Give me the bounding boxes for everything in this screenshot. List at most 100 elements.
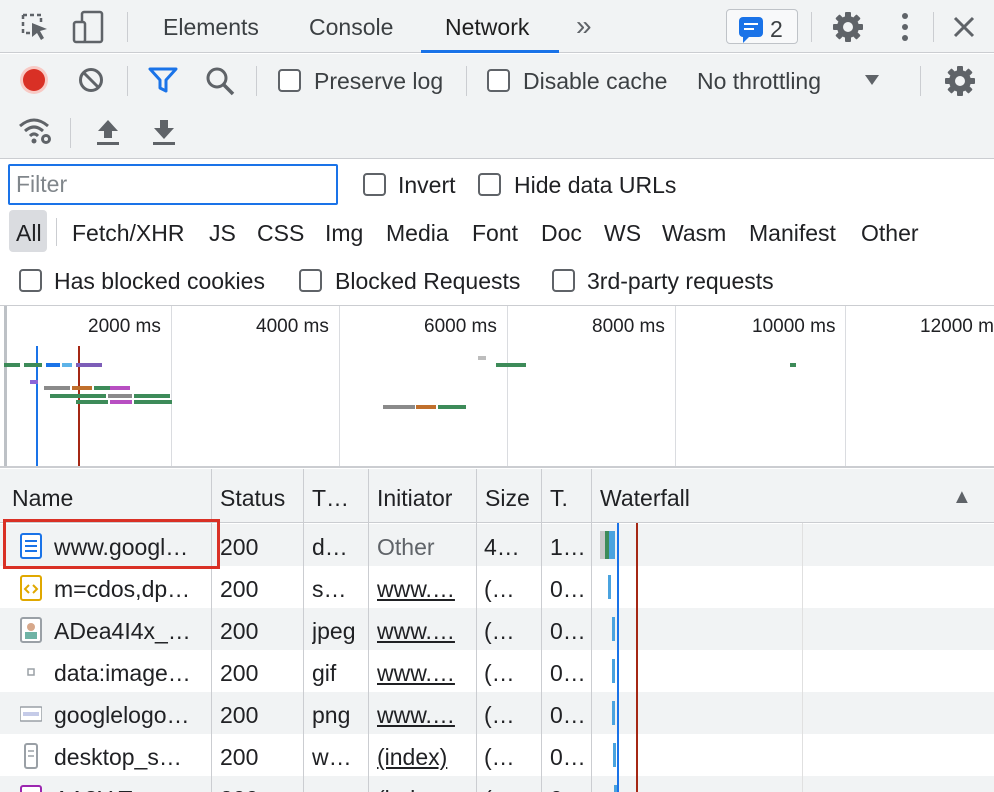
type-filter-js[interactable]: JS — [209, 220, 236, 247]
has-blocked-cookies-label: Has blocked cookies — [54, 268, 265, 294]
table-row[interactable]: m=cdos,dp… 200 s… www.… (… 0… — [0, 566, 994, 608]
cell-time: 0… — [550, 618, 586, 644]
tab-network[interactable]: Network — [445, 14, 529, 41]
hide-data-urls-checkbox[interactable] — [478, 173, 501, 196]
cell-initiator[interactable]: (ind… — [377, 786, 469, 792]
filter-funnel-icon[interactable] — [148, 67, 178, 93]
inspect-element-icon[interactable] — [20, 12, 50, 42]
cell-size: (… — [484, 702, 515, 728]
overview-bar — [44, 386, 70, 390]
column-header-status[interactable]: Status — [211, 469, 303, 523]
type-filter-ws[interactable]: WS — [604, 220, 641, 247]
type-filter-other[interactable]: Other — [861, 220, 919, 247]
cell-initiator[interactable]: www.… — [377, 618, 469, 645]
more-options-icon[interactable] — [898, 12, 912, 42]
type-filter-css[interactable]: CSS — [257, 220, 304, 247]
type-filter-manifest[interactable]: Manifest — [749, 220, 836, 247]
cell-initiator[interactable]: www.… — [377, 702, 469, 729]
cell-status: 200 — [220, 744, 259, 770]
column-header-initiator[interactable]: Initiator — [368, 469, 476, 523]
cell-size: 4… — [484, 534, 520, 560]
table-row[interactable]: googlelogo… 200 png www.… (… 0… — [0, 692, 994, 734]
cell-size: (… — [484, 786, 536, 792]
device-toolbar-icon[interactable] — [72, 10, 106, 44]
type-filter-media[interactable]: Media — [386, 220, 449, 247]
table-row[interactable]: desktop_s… 200 w… (index) (… 0… — [0, 734, 994, 776]
network-overview-timeline[interactable]: 2000 ms 4000 ms 6000 ms 8000 ms 10000 ms… — [0, 306, 994, 468]
column-header-waterfall[interactable]: Waterfall ▲ — [591, 469, 994, 523]
cell-type: gif — [312, 660, 337, 686]
cell-status: 200 — [220, 576, 259, 602]
third-party-checkbox[interactable] — [552, 269, 575, 292]
cell-name: m=cdos,dp… — [54, 576, 191, 602]
overview-label-12000: 12000 ms — [920, 316, 994, 337]
disable-cache-label: Disable cache — [523, 68, 668, 94]
selected-row-highlight — [3, 519, 220, 569]
disable-cache-checkbox[interactable] — [487, 69, 510, 92]
active-tab-indicator — [421, 50, 559, 53]
cell-name: AA8Y-T… — [54, 786, 209, 792]
table-row[interactable]: ADea4I4x_… 200 jpeg www.… (… 0… — [0, 608, 994, 650]
close-icon[interactable] — [952, 15, 976, 39]
waterfall-bar — [612, 617, 615, 641]
search-icon[interactable] — [205, 66, 235, 96]
overview-bar — [72, 386, 92, 390]
record-icon[interactable] — [19, 65, 49, 95]
clear-icon[interactable] — [78, 67, 104, 93]
column-header-type[interactable]: T… — [303, 469, 368, 523]
overview-bar — [76, 400, 108, 404]
preserve-log-checkbox[interactable] — [278, 69, 301, 92]
table-row[interactable]: AA8Y-T… 200 s… (ind… (… 0… — [0, 776, 994, 792]
network-toolbar: Preserve log Disable cache No throttling — [0, 54, 994, 159]
column-header-name[interactable]: Name — [0, 469, 211, 523]
table-row[interactable]: data:image… 200 gif www.… (… 0… — [0, 650, 994, 692]
network-request-table: Name Status T… Initiator Size T. Waterfa… — [0, 469, 994, 792]
overview-bar — [383, 405, 415, 409]
type-filter-img[interactable]: Img — [325, 220, 363, 247]
column-header-size[interactable]: Size — [476, 469, 541, 523]
type-filter-all[interactable]: All — [16, 220, 42, 247]
blocked-requests-checkbox[interactable] — [299, 269, 322, 292]
chevron-down-icon[interactable] — [864, 74, 880, 86]
cell-type: png — [312, 702, 351, 728]
filter-bar: Invert Hide data URLs All Fetch/XHR JS C… — [0, 160, 994, 306]
network-conditions-icon[interactable] — [18, 116, 54, 146]
cell-size: (… — [484, 744, 515, 770]
blocked-requests-label: Blocked Requests — [335, 268, 521, 294]
has-blocked-cookies-checkbox[interactable] — [19, 269, 42, 292]
import-har-icon[interactable] — [96, 118, 120, 146]
overview-bar — [4, 363, 20, 367]
cell-name: data:image… — [54, 660, 191, 686]
overview-bar — [438, 405, 466, 409]
type-filter-wasm[interactable]: Wasm — [662, 220, 726, 247]
more-tabs-button[interactable]: » — [576, 10, 592, 42]
type-filter-font[interactable]: Font — [472, 220, 518, 247]
waterfall-bar — [612, 701, 615, 725]
cell-size: (… — [484, 576, 515, 602]
cell-time: 0… — [550, 702, 586, 728]
issues-badge[interactable]: 2 — [726, 9, 798, 44]
network-settings-icon[interactable] — [944, 65, 976, 97]
cell-initiator: Other — [377, 534, 435, 560]
cell-initiator[interactable]: www.… — [377, 660, 469, 687]
type-filter-doc[interactable]: Doc — [541, 220, 582, 247]
settings-gear-icon[interactable] — [832, 11, 864, 43]
type-filter-fetch-xhr[interactable]: Fetch/XHR — [72, 220, 184, 247]
overview-bar — [30, 380, 38, 384]
cell-initiator[interactable]: (index) — [377, 744, 469, 771]
throttling-select[interactable]: No throttling — [697, 70, 821, 93]
font-icon — [20, 785, 42, 792]
tab-console[interactable]: Console — [309, 14, 393, 41]
tab-elements[interactable]: Elements — [163, 14, 259, 41]
cell-initiator[interactable]: www.… — [377, 576, 469, 603]
overview-bar — [416, 405, 436, 409]
image-icon — [20, 617, 42, 648]
column-header-time[interactable]: T. — [541, 469, 591, 523]
overview-bar — [134, 394, 170, 398]
overview-bar — [110, 400, 132, 404]
hide-data-urls-label: Hide data URLs — [514, 172, 677, 198]
invert-checkbox[interactable] — [363, 173, 386, 196]
filter-input[interactable] — [8, 164, 338, 205]
export-har-icon[interactable] — [152, 118, 176, 146]
waterfall-bar — [609, 531, 615, 559]
